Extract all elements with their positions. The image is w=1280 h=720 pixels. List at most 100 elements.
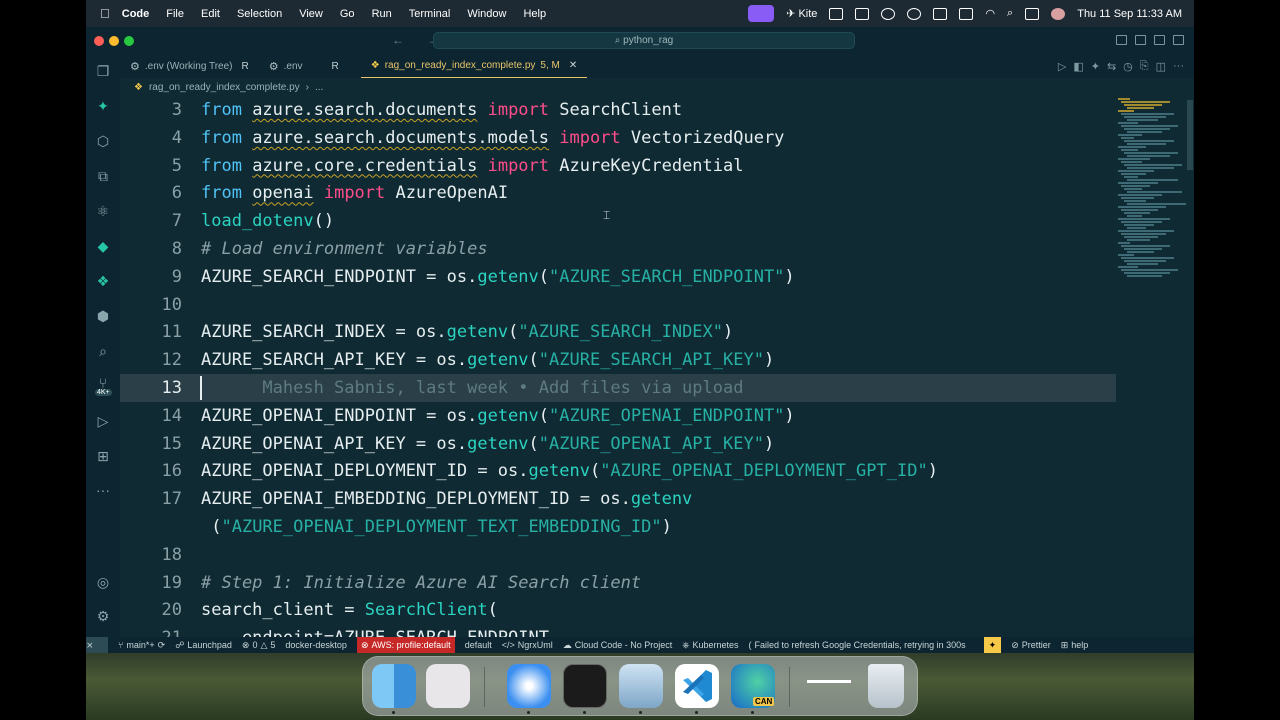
breadcrumb-symbol[interactable]: ... [315,82,323,93]
more-actions-icon[interactable]: ··· [1173,60,1184,73]
menu-terminal[interactable]: Terminal [409,8,451,20]
docker-icon[interactable]: ⬢ [95,308,111,324]
react-atom-icon[interactable]: ⚛ [95,203,111,219]
menu-run[interactable]: Run [372,8,392,20]
menu-help[interactable]: Help [523,8,546,20]
safari-icon[interactable] [507,664,551,708]
close-window-button[interactable] [94,35,104,46]
control-center-icon[interactable] [1025,7,1040,20]
code-line[interactable]: 7 load_dotenv() [120,207,1116,235]
code-line[interactable]: 19 # Step 1: Initialize Azure AI Search c… [120,569,1116,597]
battery-icon[interactable] [959,7,974,20]
finder-icon[interactable] [372,664,416,708]
code-line[interactable]: 21 endpoint=AZURE_SEARCH_ENDPOINT, [120,624,1116,637]
command-center-search[interactable]: ⌕ python_rag [433,32,855,49]
user-avatar-icon[interactable] [1051,7,1066,20]
code-line[interactable]: 17 AZURE_OPENAI_EMBEDDING_DEPLOYMENT_ID =… [120,485,1116,513]
package-icon[interactable]: ⬡ [95,133,111,149]
default-status[interactable]: default [465,640,492,650]
wifi-icon[interactable]: ◠ [985,7,995,20]
code-line[interactable]: 18 [120,541,1116,569]
compare-icon[interactable]: ⇆ [1107,60,1116,73]
display-icon[interactable] [855,7,870,20]
extensions-icon[interactable]: ⊞ [95,448,111,464]
menu-go[interactable]: Go [340,8,355,20]
code-line[interactable]: 12 AZURE_SEARCH_API_KEY = os.getenv("AZUR… [120,346,1116,374]
code-line[interactable]: 14 AZURE_OPENAI_ENDPOINT = os.getenv("AZU… [120,402,1116,430]
code-line[interactable]: 16 AZURE_OPENAI_DEPLOYMENT_ID = os.getenv… [120,457,1116,485]
cloud-code-status[interactable]: ☁ Cloud Code - No Project [563,640,673,651]
python-icon[interactable]: ❖ [95,273,111,289]
open-changes-icon[interactable]: ◧ [1073,60,1083,73]
code-line[interactable]: 8 # Load environment variables [120,235,1116,263]
ngrx-status[interactable]: </> NgrxUml [502,640,553,650]
run-python-icon[interactable]: ▷ [1058,60,1066,73]
launchpad-status[interactable]: ☍ Launchpad [175,640,232,651]
teacup-icon[interactable] [829,7,844,20]
copilot-sparkle-icon[interactable]: ✦ [95,98,111,114]
menu-selection[interactable]: Selection [237,8,282,20]
git-blame-icon[interactable]: ⎘ [1140,60,1149,73]
trash-icon[interactable] [868,664,904,708]
zoom-window-button[interactable] [124,35,134,46]
settings-gear-icon[interactable]: ⚙ [95,608,111,624]
code-line[interactable]: 4 from azure.search.documents.models impo… [120,124,1116,152]
screen-recorder-icon[interactable] [748,5,775,22]
toggle-secondary-sidebar-icon[interactable] [1154,35,1165,45]
google-credentials-status[interactable]: ( Failed to refresh Google Credentials, … [749,640,966,650]
code-line[interactable]: 20 search_client = SearchClient( [120,596,1116,624]
timeline-icon[interactable]: ◷ [1123,60,1133,73]
vpn-shield-icon[interactable] [907,7,922,20]
tab-env[interactable]: ⚙ .env R [259,54,349,78]
code-line[interactable]: 15 AZURE_OPENAI_API_KEY = os.getenv("AZUR… [120,430,1116,458]
menu-app-name[interactable]: Code [122,8,150,20]
minimize-window-button[interactable] [109,35,119,46]
code-line[interactable]: ("AZURE_OPENAI_DEPLOYMENT_TEXT_EMBEDDING… [120,513,1116,541]
docker-context-status[interactable]: docker-desktop [285,640,347,650]
copilot-action-icon[interactable]: ✦ [1091,60,1100,73]
problems-status[interactable]: ⊗ 0 △ 5 [242,640,276,651]
prettier-status[interactable]: ⊘ Prettier [1011,640,1051,651]
split-editor-icon[interactable]: ◫ [1156,60,1166,73]
scrollbar-thumb[interactable] [1187,100,1193,170]
bold-b-icon[interactable] [933,7,948,20]
remote-indicator-icon[interactable]: ⨯ [86,637,108,653]
minimized-window-icon[interactable] [807,664,851,708]
toggle-primary-sidebar-icon[interactable] [1116,35,1127,45]
spotlight-search-icon[interactable]: ⌕ [1007,7,1013,20]
run-debug-icon[interactable]: ▷ [95,413,111,429]
kubernetes-status[interactable]: ⎈ Kubernetes [682,640,738,651]
aws-profile-status[interactable]: ⊗ AWS: profile:default [356,637,455,653]
help-status[interactable]: ⊞ help [1061,640,1089,651]
menu-edit[interactable]: Edit [201,8,220,20]
kite-icon[interactable]: ◆ [95,238,111,254]
kite-status-icon[interactable]: ✦ [983,637,1002,653]
explorer-icon[interactable]: ❐ [95,63,111,79]
code-editor[interactable]: 3 from azure.search.documents import Sear… [120,96,1116,637]
minimap[interactable] [1116,96,1186,637]
code-line[interactable]: 10 [120,291,1116,319]
more-icon[interactable]: ··· [95,482,111,498]
menu-view[interactable]: View [299,8,323,20]
menu-file[interactable]: File [166,8,184,20]
vertical-scrollbar[interactable] [1186,96,1194,637]
code-line[interactable]: 13 Mahesh Sabnis, last week • Add files … [120,374,1116,402]
accounts-icon[interactable]: ◎ [95,574,111,590]
breadcrumb-file[interactable]: rag_on_ready_index_complete.py [149,82,300,93]
tab-env-working-tree[interactable]: ⚙ .env (Working Tree) R [120,54,259,78]
menu-window[interactable]: Window [467,8,506,20]
tab-rag-on-ready-index[interactable]: ❖ rag_on_ready_index_complete.py 5, M ✕ [360,54,588,78]
menubar-clock[interactable]: Thu 11 Sep 11:33 AM [1077,8,1182,20]
toggle-panel-icon[interactable] [1135,35,1146,45]
preview-icon[interactable] [619,664,663,708]
close-tab-icon[interactable]: ✕ [569,60,577,71]
code-line[interactable]: 5 from azure.core.credentials import Azur… [120,152,1116,180]
search-icon[interactable]: ⌕ [95,343,111,359]
cloud-icon[interactable] [881,7,896,20]
launchpad-icon[interactable] [426,664,470,708]
kite-menu[interactable]: ✈ Kite [786,7,817,20]
code-line[interactable]: 9 AZURE_SEARCH_ENDPOINT = os.getenv("AZUR… [120,263,1116,291]
customize-layout-icon[interactable] [1173,35,1184,45]
terminal-icon[interactable] [563,664,607,708]
code-line[interactable]: 3 from azure.search.documents import Sear… [120,96,1116,124]
